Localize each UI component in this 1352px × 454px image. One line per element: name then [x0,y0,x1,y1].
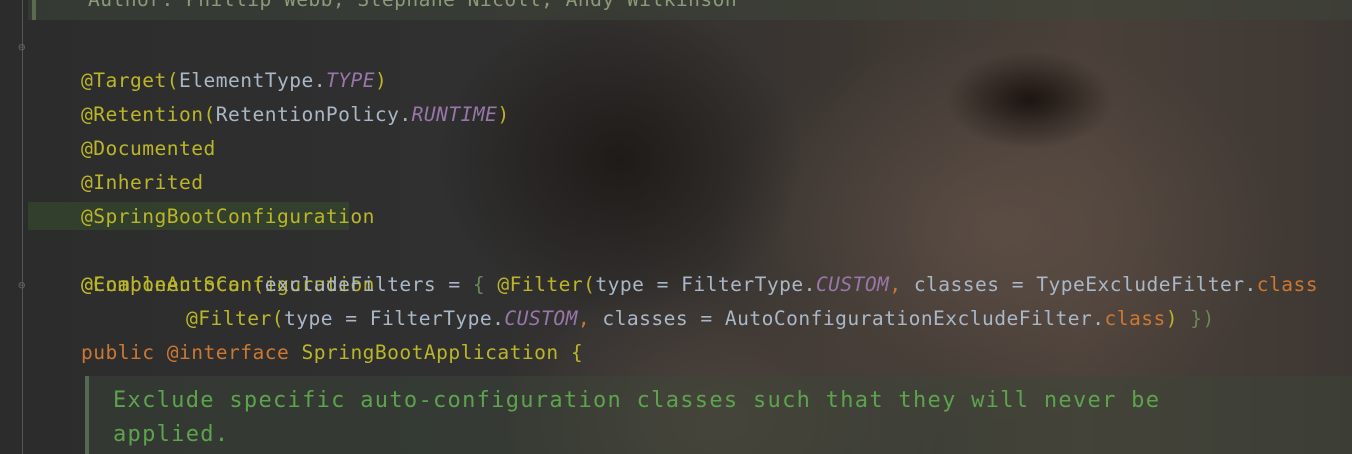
brace: }) [1190,307,1215,330]
constant: TYPE [325,69,375,92]
code-editor[interactable]: @Target(ElementType.TYPE) @Retention(Ret… [28,30,1352,364]
constant: RUNTIME [411,103,498,126]
annotation: @SpringBootConfiguration [81,205,375,228]
type-name: SpringBootApplication [301,341,571,364]
author-comment-text: Author: Phillip Webb, Stephane Nicoll, A… [88,0,737,11]
code-text: excludeFilters = [264,273,473,296]
doc-line: Exclude specific auto-configuration clas… [113,388,1161,413]
keyword: class [1104,307,1166,330]
code-line: @SpringBootConfiguration [32,166,1352,228]
doc-comment-text: Exclude specific auto-configuration clas… [113,384,1160,452]
code-text: classes = TypeExcludeFilter. [913,273,1257,296]
class-ref: RetentionPolicy. [215,103,412,126]
comma: , [889,273,914,296]
annotation: @ComponentScan [81,273,253,296]
doc-comment-block: Exclude specific auto-configuration clas… [85,376,1352,454]
annotation: @Filter [497,273,584,296]
code-text: type = FilterType. [283,307,505,330]
brace: { [472,273,498,296]
paren: ( [203,103,216,126]
paren: ) [497,103,510,126]
paren: ( [252,273,265,296]
constant: CUSTOM [815,273,890,296]
code-line: @Target(ElementType.TYPE) [32,30,1352,92]
comment-bar [32,0,36,20]
paren: ( [271,307,284,330]
fold-start-icon[interactable]: ⊖ [15,40,29,54]
comma: , [577,307,603,330]
author-comment-block: Author: Phillip Webb, Stephane Nicoll, A… [28,0,1352,20]
constant: CUSTOM [504,307,578,330]
code-line: @ComponentScan(excludeFilters = { @Filte… [32,234,1352,296]
class-ref: ElementType. [178,69,326,92]
code-text: type = FilterType. [595,273,816,296]
keyword: class [1256,273,1318,296]
doc-comment-bar [85,376,89,454]
annotation: @Filter [186,307,272,330]
annotation: @Target [81,69,167,92]
paren: ( [583,273,596,296]
brace: { [570,341,584,364]
annotation: @Inherited [81,171,204,194]
gutter-divider [22,0,23,454]
keyword: public [81,341,167,364]
paren: ( [166,69,179,92]
annotation: @Documented [81,137,216,160]
doc-line: applied. [113,422,230,447]
code-line: @Inherited [32,132,1352,194]
paren: ) [374,69,388,92]
code-text: classes = AutoConfigurationExcludeFilter… [602,307,1105,330]
fold-end-icon[interactable]: ⊖ [15,278,29,292]
annotation: @Retention [81,103,204,126]
keyword: @interface [166,341,302,364]
paren: ) [1165,307,1191,330]
